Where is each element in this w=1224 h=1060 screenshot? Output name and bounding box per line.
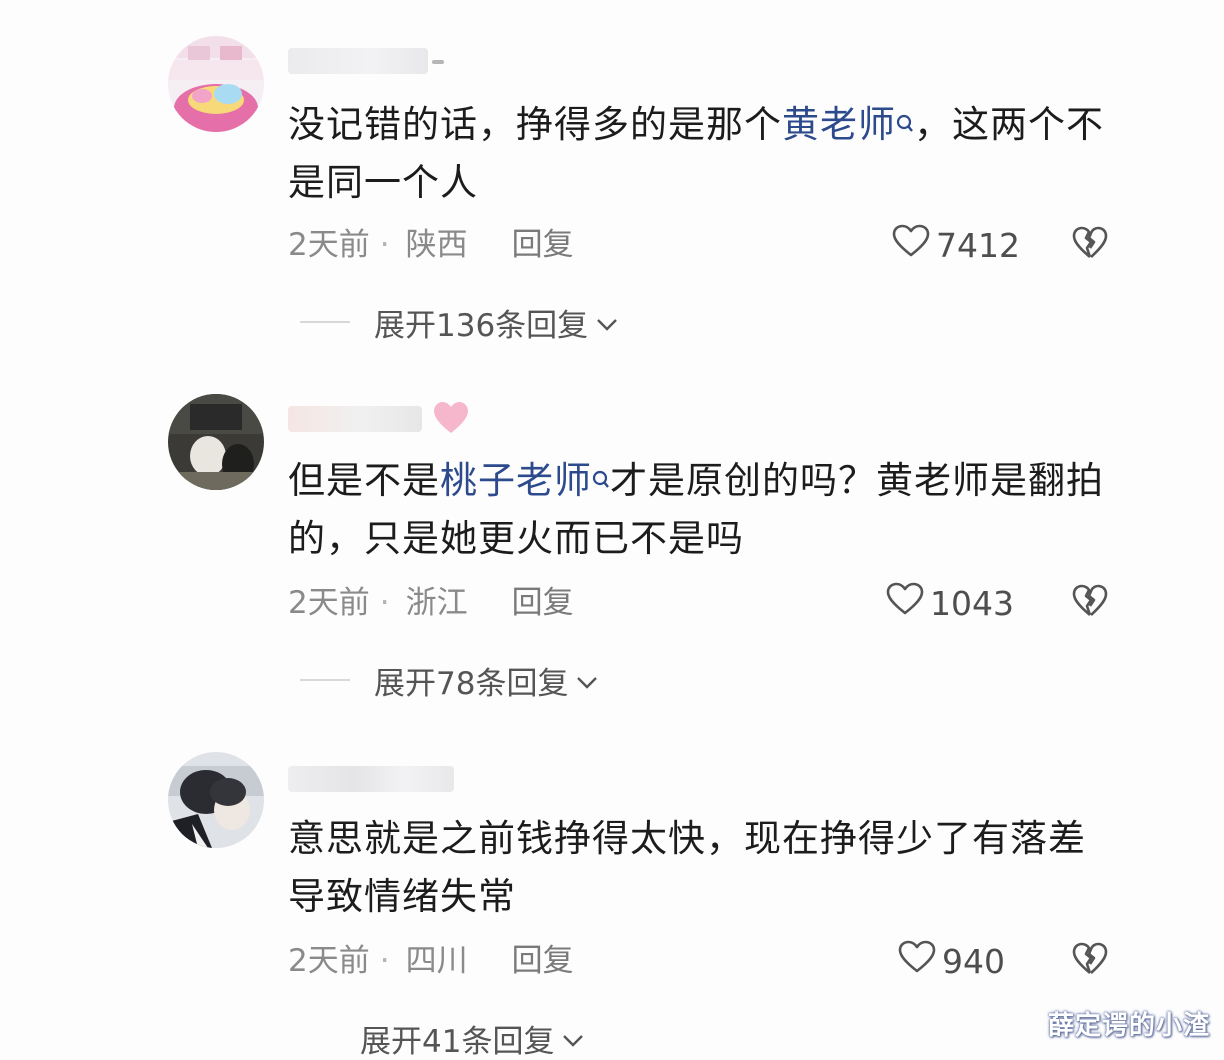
chevron-down-icon bbox=[554, 1020, 584, 1056]
separator-dot: · bbox=[379, 943, 390, 979]
comment-text: 但是不是桃子老师 才是原创的吗？黄老师是翻拍的，只是她更火而已不是吗 bbox=[288, 452, 1118, 568]
dislike-button[interactable] bbox=[1072, 941, 1108, 981]
comment-text: 没记错的话，挣得多的是那个黄老师 ，这两个不是同一个人 bbox=[288, 96, 1118, 212]
comment-text: 意思就是之前钱挣得太快，现在挣得少了有落差导致情绪失常 bbox=[288, 810, 1118, 926]
reply-button[interactable]: 回复 bbox=[512, 943, 574, 979]
like-count: 1043 bbox=[930, 583, 1014, 623]
like-button[interactable]: 7412 bbox=[892, 224, 1020, 266]
divider-line bbox=[300, 679, 350, 681]
expand-replies-button[interactable]: 展开136条回复 bbox=[300, 302, 618, 344]
mention-label: 黄老师 bbox=[782, 103, 896, 146]
like-button[interactable]: 1043 bbox=[886, 582, 1014, 624]
comment-time: 2天前 bbox=[288, 585, 370, 621]
avatar[interactable] bbox=[168, 36, 264, 132]
broken-heart-icon bbox=[1072, 226, 1108, 264]
comment-meta: 2天前 · 陕西 回复 bbox=[288, 225, 574, 265]
comment-meta: 2天前 · 四川 回复 bbox=[288, 941, 574, 981]
comment-text-before: 没记错的话，挣得多的是那个 bbox=[288, 103, 782, 146]
heart-outline-icon bbox=[892, 224, 936, 266]
username-blurred[interactable] bbox=[288, 48, 428, 74]
avatar[interactable] bbox=[168, 752, 264, 848]
expand-replies-label: 展开78条回复 bbox=[374, 665, 569, 702]
reply-button[interactable]: 回复 bbox=[512, 227, 574, 263]
reply-button[interactable]: 回复 bbox=[512, 585, 574, 621]
dislike-button[interactable] bbox=[1072, 583, 1108, 623]
chevron-down-icon bbox=[588, 304, 618, 340]
comment-location: 陕西 bbox=[405, 227, 468, 263]
expand-replies-label: 展开41条回复 bbox=[360, 1023, 555, 1060]
mention-link[interactable]: 黄老师 bbox=[782, 103, 914, 146]
comment-text-before: 意思就是之前钱挣得太快，现在挣得少了有落差导致情绪失常 bbox=[288, 817, 1086, 918]
comment-meta: 2天前 · 浙江 回复 bbox=[288, 583, 574, 623]
search-icon bbox=[592, 450, 610, 508]
comment-list: 没记错的话，挣得多的是那个黄老师 ，这两个不是同一个人 2天前 · 陕西 回复 7412… bbox=[0, 0, 1224, 1060]
comment-text-before: 但是不是 bbox=[288, 459, 440, 502]
username-blurred[interactable] bbox=[288, 406, 422, 432]
expand-replies-label: 展开136条回复 bbox=[374, 307, 589, 344]
comment-location: 浙江 bbox=[405, 585, 468, 621]
chevron-down-icon bbox=[568, 662, 598, 698]
broken-heart-icon bbox=[1072, 942, 1108, 980]
heart-outline-icon bbox=[898, 940, 942, 982]
separator-dot: · bbox=[379, 585, 390, 621]
separator-dot: · bbox=[379, 227, 390, 263]
mention-link[interactable]: 桃子老师 bbox=[440, 459, 610, 502]
broken-heart-icon bbox=[1072, 584, 1108, 622]
comment-time: 2天前 bbox=[288, 943, 370, 979]
search-icon bbox=[896, 94, 914, 152]
pink-heart-badge-icon bbox=[432, 400, 470, 440]
expand-replies-button[interactable]: 展开41条回复 bbox=[360, 1018, 584, 1060]
like-button[interactable]: 940 bbox=[898, 940, 1005, 982]
username-blurred[interactable] bbox=[288, 766, 454, 792]
comment-time: 2天前 bbox=[288, 227, 370, 263]
watermark-text: 薛定谔的小渣 bbox=[1047, 1011, 1210, 1041]
dislike-button[interactable] bbox=[1072, 225, 1108, 265]
comment-location: 四川 bbox=[405, 943, 468, 979]
like-count: 940 bbox=[942, 941, 1005, 981]
heart-outline-icon bbox=[886, 582, 930, 624]
avatar[interactable] bbox=[168, 394, 264, 490]
expand-replies-button[interactable]: 展开78条回复 bbox=[300, 660, 598, 702]
divider-line bbox=[300, 321, 350, 323]
username-suffix bbox=[432, 60, 444, 64]
mention-label: 桃子老师 bbox=[440, 459, 592, 502]
like-count: 7412 bbox=[936, 225, 1020, 265]
